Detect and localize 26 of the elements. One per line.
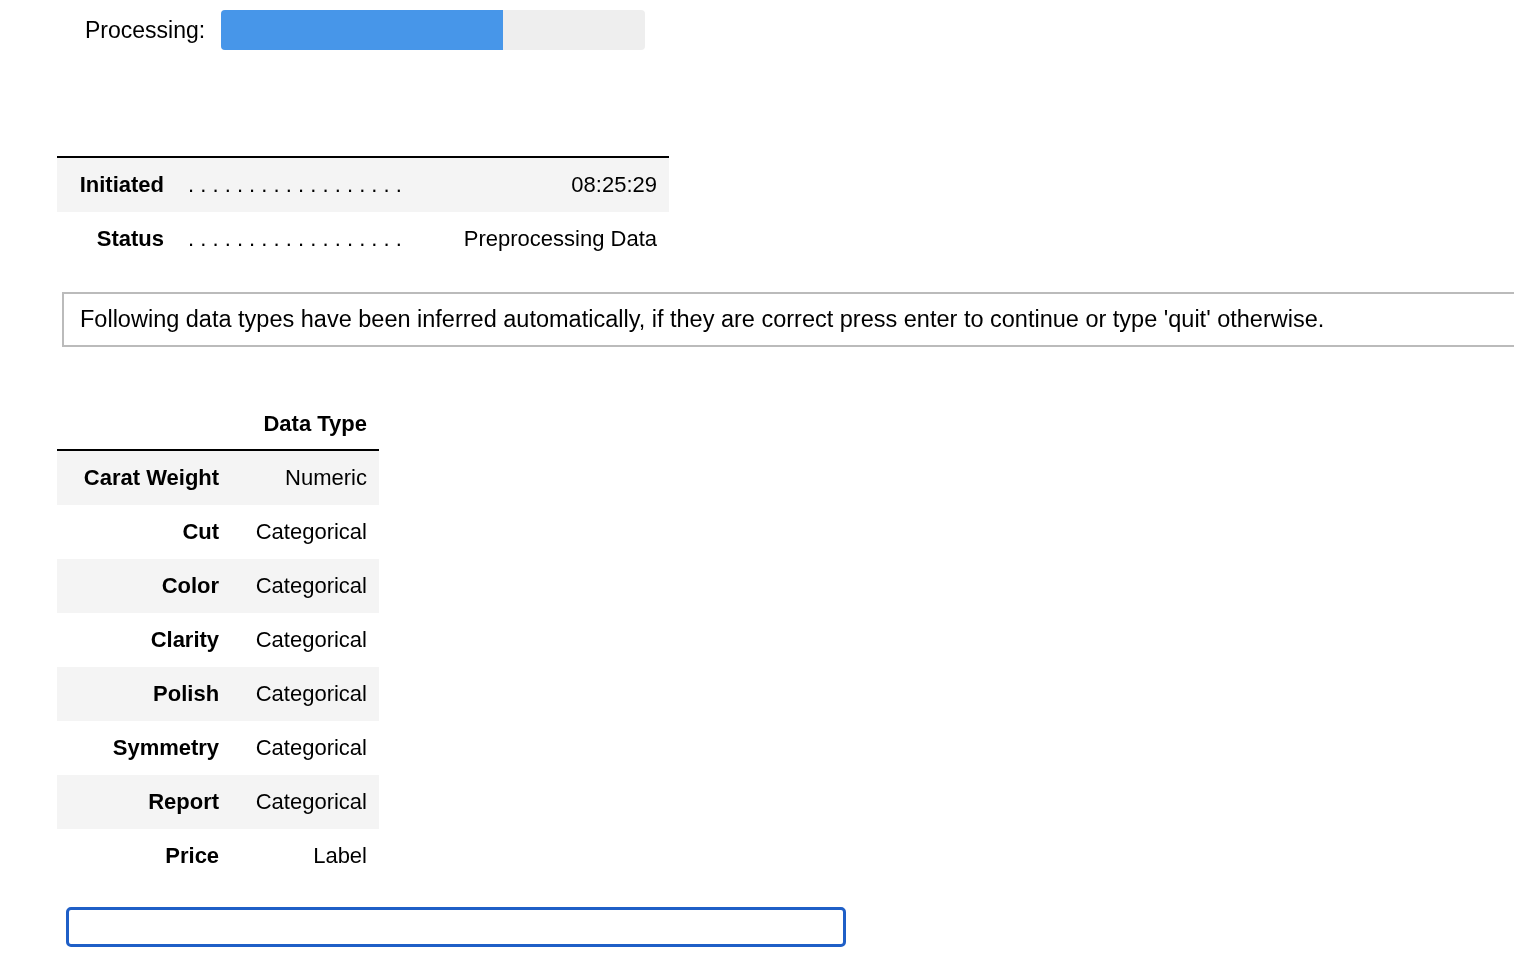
notice-text: Following data types have been inferred automatically, if they are correct press enter to continue or type 'quit' otherwise.	[80, 306, 1325, 332]
table-cell: Numeric	[285, 465, 367, 490]
row-header: Clarity	[150, 627, 220, 652]
row-header: Color	[161, 573, 220, 598]
info-value: Preprocessing Data	[463, 226, 657, 251]
table-cell: Categorical	[255, 573, 367, 598]
table-cell: Label	[313, 843, 367, 868]
row-header: Report	[148, 789, 220, 814]
row-header: Symmetry	[112, 735, 220, 760]
input-field[interactable]	[66, 907, 846, 947]
row-header: Price	[165, 843, 220, 868]
table-cell: Categorical	[255, 627, 367, 652]
progress-label: Processing:	[85, 16, 206, 44]
row-header: Cut	[182, 519, 220, 544]
info-label: Initiated	[79, 172, 164, 197]
leader-dots: . . . . . . . . . . . . . . . . . .	[188, 226, 402, 251]
row-header: Carat Weight	[83, 465, 220, 490]
info-value: 08:25:29	[571, 172, 657, 197]
table-cell: Categorical	[255, 789, 367, 814]
info-label: Status	[96, 226, 164, 251]
table-cell: Categorical	[255, 681, 367, 706]
column-header: Data Type	[263, 411, 367, 436]
table-cell: Categorical	[255, 519, 367, 544]
leader-dots: . . . . . . . . . . . . . . . . . .	[188, 172, 402, 197]
row-header: Polish	[153, 681, 220, 706]
table-cell: Categorical	[255, 735, 367, 760]
